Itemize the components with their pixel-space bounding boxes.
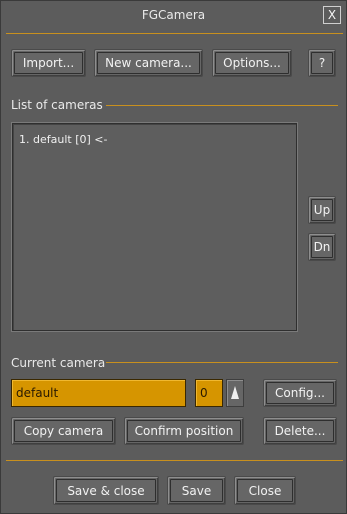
copy-camera-button-label: Copy camera <box>23 424 104 438</box>
options-button[interactable]: Options... <box>212 49 292 77</box>
close-button[interactable]: Close <box>234 476 296 505</box>
config-button-label: Config... <box>275 386 325 400</box>
copy-camera-button[interactable]: Copy camera <box>11 417 116 445</box>
move-up-button-label: Up <box>313 203 331 217</box>
current-separator <box>106 362 338 363</box>
spinner-arrow-icon <box>231 386 239 399</box>
move-down-button-label: Dn <box>313 240 331 254</box>
confirm-position-button-label: Confirm position <box>134 424 234 438</box>
camera-list[interactable]: 1. default [0] <- <box>12 123 297 331</box>
import-button[interactable]: Import... <box>11 49 86 77</box>
options-button-label: Options... <box>223 56 281 70</box>
camera-name-field[interactable]: default <box>11 379 186 407</box>
move-down-button[interactable]: Dn <box>308 233 336 261</box>
camera-index-field[interactable]: 0 <box>195 379 223 407</box>
save-button-label: Save <box>181 483 212 498</box>
confirm-position-button[interactable]: Confirm position <box>124 417 244 445</box>
delete-camera-button-label: Delete... <box>274 424 326 438</box>
move-up-button[interactable]: Up <box>308 196 336 224</box>
close-button-label: Close <box>248 483 282 498</box>
save-and-close-button[interactable]: Save & close <box>53 476 159 505</box>
config-button[interactable]: Config... <box>263 379 337 407</box>
list-item[interactable]: 1. default [0] <- <box>19 133 107 146</box>
delete-camera-button[interactable]: Delete... <box>263 417 337 445</box>
close-window-button[interactable]: X <box>323 6 341 24</box>
save-and-close-button-label: Save & close <box>67 483 145 498</box>
import-button-label: Import... <box>22 56 75 70</box>
list-separator <box>106 105 338 106</box>
help-button[interactable]: ? <box>308 49 336 77</box>
list-of-cameras-label: List of cameras <box>11 98 103 112</box>
save-button[interactable]: Save <box>167 476 226 505</box>
current-camera-label: Current camera <box>11 356 106 370</box>
help-button-label: ? <box>318 56 326 70</box>
title-separator <box>6 33 343 34</box>
window-title: FGCamera <box>141 8 206 22</box>
index-spinner-button[interactable] <box>226 379 244 407</box>
new-camera-button-label: New camera... <box>105 56 192 70</box>
fgcamera-dialog: FGCamera X Import... New camera... Optio… <box>0 0 347 514</box>
footer-separator <box>6 460 343 461</box>
new-camera-button[interactable]: New camera... <box>94 49 203 77</box>
